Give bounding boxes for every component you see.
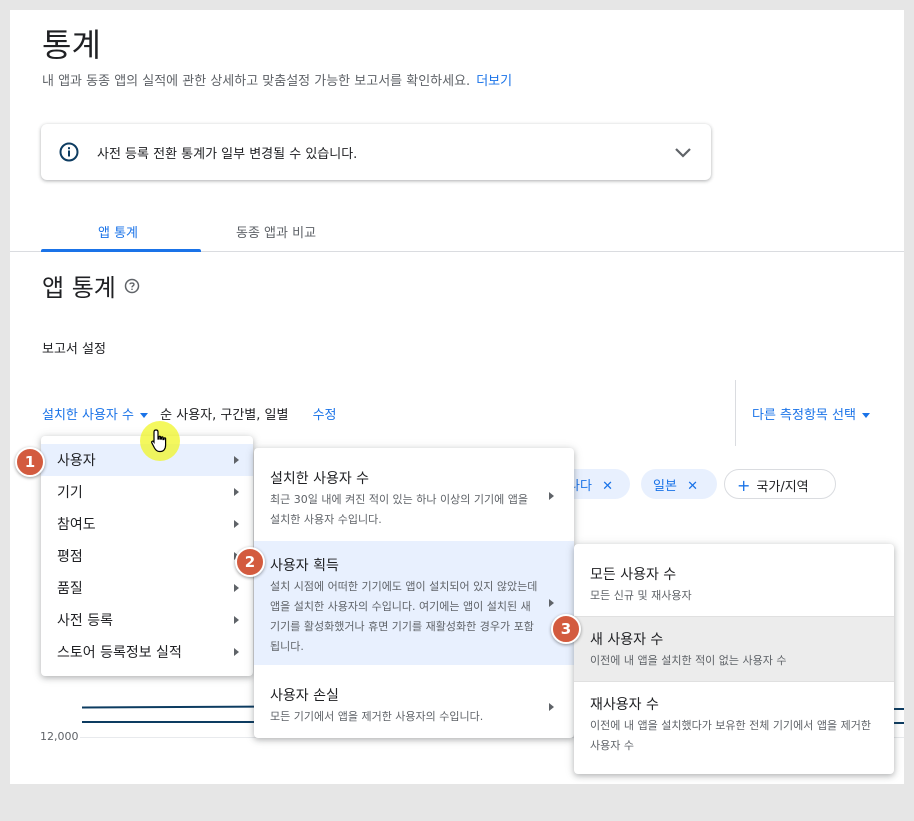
add-country-chip[interactable]: + 국가/지역 <box>724 469 836 499</box>
menu-item-ratings[interactable]: 평점 <box>41 540 253 572</box>
chevron-right-icon <box>549 599 554 607</box>
section-title: 앱 통계 <box>42 274 116 302</box>
menu-item-title: 사용자 손실 <box>270 688 339 704</box>
menu-item-installed-users[interactable]: 설치한 사용자 수 최근 30일 내에 켜진 적이 있는 하나 이상의 기기에 … <box>254 448 574 541</box>
menu-item-title: 재사용자 수 <box>590 697 659 713</box>
users-submenu: 설치한 사용자 수 최근 30일 내에 켜진 적이 있는 하나 이상의 기기에 … <box>254 448 574 738</box>
subtitle-text: 내 앱과 동종 앱의 실적에 관한 상세하고 맞춤설정 가능한 보고서를 확인하… <box>42 74 471 89</box>
chevron-right-icon <box>234 488 239 496</box>
menu-item-title: 새 사용자 수 <box>590 632 664 648</box>
page-subtitle: 내 앱과 동종 앱의 실적에 관한 상세하고 맞춤설정 가능한 보고서를 확인하… <box>42 70 512 89</box>
metric-category-menu: 사용자 기기 참여도 평점 품질 사전 등록 스토어 등록정보 실적 <box>41 436 253 676</box>
chart-series-line <box>81 705 263 709</box>
hand-cursor-icon <box>151 429 167 453</box>
chevron-right-icon <box>234 584 239 592</box>
menu-item-label: 평점 <box>57 549 83 565</box>
menu-item-desc: 최근 30일 내에 켜진 적이 있는 하나 이상의 기기에 앱을 설치한 사용자… <box>270 493 528 526</box>
step-badge: 1 <box>15 447 45 477</box>
plus-icon: + <box>737 476 751 495</box>
menu-item-user-acquisition[interactable]: 사용자 획득 설치 시점에 어떠한 기기에도 앱이 설치되어 있지 않았는데 앱… <box>254 541 574 665</box>
menu-item-label: 사전 등록 <box>57 613 113 629</box>
chart-series-line <box>894 708 904 710</box>
tab-app-stats[interactable]: 앱 통계 <box>98 222 138 241</box>
menu-item-quality[interactable]: 품질 <box>41 572 253 604</box>
menu-item-desc: 이전에 내 앱을 설치한 적이 없는 사용자 수 <box>590 654 787 667</box>
menu-item-label: 기기 <box>57 485 83 501</box>
notice-text: 사전 등록 전환 통계가 일부 변경될 수 있습니다. <box>97 147 358 162</box>
chip-label: 국가/지역 <box>756 480 809 495</box>
menu-item-store-listing[interactable]: 스토어 등록정보 실적 <box>41 636 253 668</box>
close-icon[interactable]: ✕ <box>602 479 613 494</box>
acquisition-submenu: 모든 사용자 수 모든 신규 및 재사용자 새 사용자 수 이전에 내 앱을 설… <box>574 544 894 774</box>
app-frame: 통계 내 앱과 동종 앱의 실적에 관한 상세하고 맞춤설정 가능한 보고서를 … <box>10 10 904 784</box>
metric-dropdown[interactable]: 설치한 사용자 수 <box>42 408 148 423</box>
menu-item-desc: 모든 신규 및 재사용자 <box>590 589 692 602</box>
chevron-down-icon[interactable] <box>673 142 693 162</box>
menu-item-title: 모든 사용자 수 <box>590 567 677 583</box>
close-icon[interactable]: ✕ <box>687 479 698 494</box>
menu-item-label: 사용자 <box>57 453 96 469</box>
tab-bar: 앱 통계 동종 앱과 비교 <box>10 214 904 252</box>
other-metric-label: 다른 측정항목 선택 <box>752 408 856 423</box>
menu-item-preregistration[interactable]: 사전 등록 <box>41 604 253 636</box>
report-settings-label: 보고서 설정 <box>42 342 106 357</box>
tab-peer-compare[interactable]: 동종 앱과 비교 <box>236 222 316 241</box>
active-tab-indicator <box>41 249 201 252</box>
edit-link[interactable]: 수정 <box>313 408 337 423</box>
menu-item-label: 참여도 <box>57 517 96 533</box>
metric-dropdown-label: 설치한 사용자 수 <box>42 408 134 423</box>
chevron-right-icon <box>234 616 239 624</box>
page-title: 통계 <box>42 26 101 64</box>
other-metric-dropdown[interactable]: 다른 측정항목 선택 <box>752 404 870 423</box>
notice-banner: 사전 등록 전환 통계가 일부 변경될 수 있습니다. <box>41 124 711 180</box>
chart-series-line <box>82 721 262 723</box>
y-axis-tick: 12,000 <box>40 730 79 743</box>
help-icon[interactable] <box>124 278 140 294</box>
more-link[interactable]: 더보기 <box>476 74 512 89</box>
info-icon <box>59 142 79 162</box>
menu-item-title: 사용자 획득 <box>270 558 339 574</box>
menu-item-desc: 이전에 내 앱을 설치했다가 보유한 전체 기기에서 앱을 제거한 사용자 수 <box>590 719 871 752</box>
step-badge: 3 <box>551 614 581 644</box>
report-controls: 설치한 사용자 수 순 사용자, 구간별, 일별 수정 <box>42 404 337 423</box>
menu-item-label: 품질 <box>57 581 83 597</box>
caret-down-icon <box>861 413 870 418</box>
chevron-right-icon <box>549 703 554 711</box>
chevron-right-icon <box>549 492 554 500</box>
controls-divider <box>735 380 736 446</box>
chevron-right-icon <box>234 648 239 656</box>
menu-item-title: 설치한 사용자 수 <box>270 471 370 487</box>
country-chip[interactable]: 일본 ✕ <box>641 469 717 499</box>
menu-item-devices[interactable]: 기기 <box>41 476 253 508</box>
chart-series-line <box>894 722 904 724</box>
chevron-right-icon <box>234 520 239 528</box>
menu-item-desc: 설치 시점에 어떠한 기기에도 앱이 설치되어 있지 않았는데 앱을 설치한 사… <box>270 580 538 653</box>
menu-item-desc: 모든 기기에서 앱을 제거한 사용자의 수입니다. <box>270 710 484 723</box>
metric-detail: 순 사용자, 구간별, 일별 <box>160 408 289 423</box>
menu-item-all-users[interactable]: 모든 사용자 수 모든 신규 및 재사용자 <box>574 544 894 617</box>
chevron-right-icon <box>234 456 239 464</box>
step-badge: 2 <box>235 547 265 577</box>
menu-item-engagement[interactable]: 참여도 <box>41 508 253 540</box>
menu-item-returning-users[interactable]: 재사용자 수 이전에 내 앱을 설치했다가 보유한 전체 기기에서 앱을 제거한… <box>574 682 894 774</box>
menu-item-label: 스토어 등록정보 실적 <box>57 645 182 661</box>
menu-item-user-loss[interactable]: 사용자 손실 모든 기기에서 앱을 제거한 사용자의 수입니다. <box>254 665 574 738</box>
chip-label: 일본 <box>653 479 677 494</box>
caret-down-icon <box>140 413 148 418</box>
menu-item-new-users[interactable]: 새 사용자 수 이전에 내 앱을 설치한 적이 없는 사용자 수 <box>574 617 894 682</box>
